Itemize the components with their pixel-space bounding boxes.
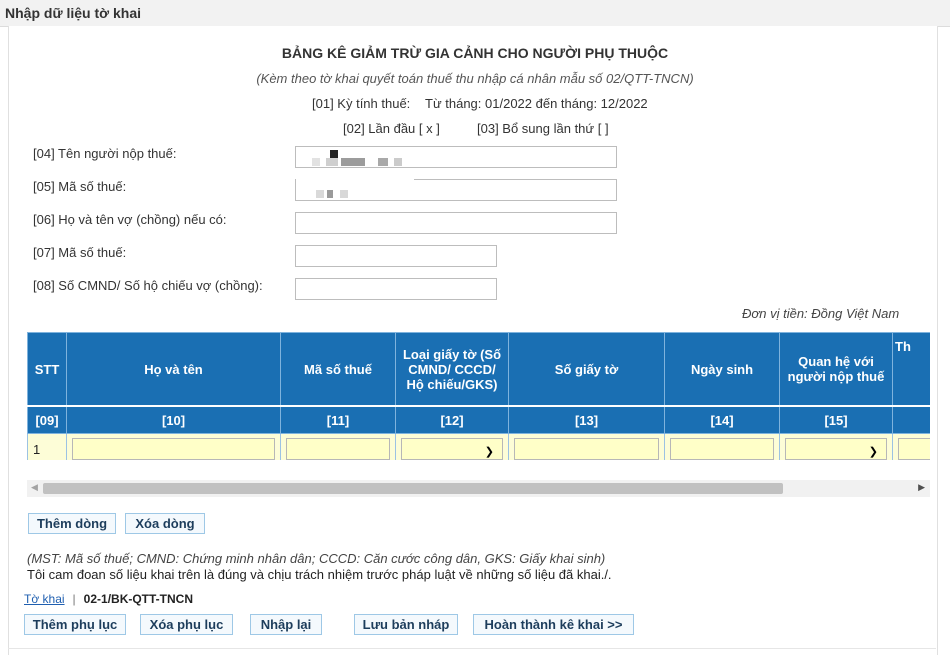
spouse-name-input[interactable] <box>295 212 617 234</box>
form-subtitle: (Kèm theo tờ khai quyết toán thuế thu nh… <box>256 71 694 86</box>
commitment-statement: Tôi cam đoan số liệu khai trên là đúng v… <box>27 567 612 582</box>
add-appendix-button[interactable]: Thêm phụ lục <box>24 614 126 635</box>
taxpayer-name-label: [04] Tên người nộp thuế: <box>33 146 177 161</box>
spouse-tax-code-label: [07] Mã số thuế: <box>33 245 127 260</box>
delete-row-button[interactable]: Xóa dòng <box>125 513 205 534</box>
spouse-name-label: [06] Họ và tên vợ (chồng) nếu có: <box>33 212 227 227</box>
scroll-left-arrow-icon[interactable]: ◀ <box>31 482 38 493</box>
period-value: Từ tháng: 01/2022 đến tháng: 12/2022 <box>425 96 648 111</box>
reenter-button[interactable]: Nhập lại <box>250 614 322 635</box>
col-code-11: [11] <box>280 405 396 434</box>
abbreviation-note: (MST: Mã số thuế; CMND: Chứng minh nhân … <box>27 551 606 566</box>
redacted-block <box>327 190 333 198</box>
first-time-flag: [02] Lần đầu [ x ] <box>343 121 440 136</box>
tab-declaration-link[interactable]: Tờ khai <box>24 592 65 606</box>
dependents-table: STT Họ và tên Mã số thuế Loại giấy tờ (S… <box>27 332 930 460</box>
save-draft-button[interactable]: Lưu bản nháp <box>354 614 458 635</box>
tax-code-label: [05] Mã số thuế: <box>33 179 127 194</box>
bottom-divider <box>8 648 936 649</box>
scroll-right-arrow-icon[interactable]: ▶ <box>918 482 925 493</box>
horizontal-scrollbar[interactable]: ◀ ▶ <box>27 480 930 497</box>
col-header-relation: Quan hệ với người nộp thuế <box>779 332 893 407</box>
redaction-mask <box>296 173 414 185</box>
dob-input[interactable] <box>670 438 774 460</box>
col-header-stt: STT <box>27 332 67 407</box>
delete-appendix-button[interactable]: Xóa phụ lục <box>140 614 233 635</box>
redacted-block <box>340 190 348 198</box>
dependents-grid: STT Họ và tên Mã số thuế Loại giấy tờ (S… <box>27 332 930 460</box>
dependent-name-input[interactable] <box>72 438 275 460</box>
add-row-button[interactable]: Thêm dòng <box>28 513 116 534</box>
chevron-down-icon: ❯ <box>868 446 878 458</box>
row-stt: 1 <box>27 433 67 460</box>
window-title: Nhập dữ liệu tờ khai <box>5 5 141 21</box>
table-header-row: STT Họ và tên Mã số thuế Loại giấy tờ (S… <box>27 332 930 407</box>
col-code-13: [13] <box>508 405 665 434</box>
supplement-flag: [03] Bổ sung lần thứ [ ] <box>477 121 609 136</box>
table-code-row: [09] [10] [11] [12] [13] [14] [15] <box>27 405 930 434</box>
currency-unit: Đơn vị tiền: Đồng Việt Nam <box>742 306 900 321</box>
col-code-truncated <box>892 405 930 434</box>
col-header-doc-number: Số giấy tờ <box>508 332 665 407</box>
redacted-block <box>316 190 324 198</box>
finish-declaration-button[interactable]: Hoàn thành kê khai >> <box>473 614 634 635</box>
col-header-doc-type: Loại giấy tờ (Số CMND/ CCCD/ Hộ chiếu/GK… <box>395 332 509 407</box>
period-label: [01] Kỳ tính thuế: <box>312 96 411 111</box>
truncated-column-input[interactable] <box>898 438 930 460</box>
col-header-tax-code: Mã số thuế <box>280 332 396 407</box>
spouse-id-label: [08] Số CMND/ Số hộ chiếu vợ (chồng): <box>33 278 263 293</box>
doc-number-input[interactable] <box>514 438 659 460</box>
redacted-block <box>312 158 320 166</box>
window-titlebar: Nhập dữ liệu tờ khai <box>0 0 950 27</box>
spouse-id-input[interactable] <box>295 278 497 300</box>
redacted-block <box>394 158 402 166</box>
col-header-dob: Ngày sinh <box>664 332 780 407</box>
col-code-12: [12] <box>395 405 509 434</box>
col-code-14: [14] <box>664 405 780 434</box>
tab-current-form[interactable]: 02-1/BK-QTT-TNCN <box>84 592 193 606</box>
col-code-15: [15] <box>779 405 893 434</box>
form-title: BẢNG KÊ GIẢM TRỪ GIA CẢNH CHO NGƯỜI PHỤ … <box>281 45 669 61</box>
redacted-block <box>378 158 388 166</box>
col-header-truncated: Th <box>892 332 930 407</box>
relation-select[interactable]: ❯ <box>785 438 887 460</box>
doc-type-select[interactable]: ❯ <box>401 438 503 460</box>
scrollbar-thumb[interactable] <box>43 483 783 494</box>
dependent-tax-code-input[interactable] <box>286 438 390 460</box>
tab-separator: | <box>72 592 76 606</box>
spouse-tax-code-input[interactable] <box>295 245 497 267</box>
redacted-block <box>330 150 338 158</box>
redacted-block <box>326 158 338 166</box>
redacted-block <box>341 158 365 166</box>
col-header-name: Họ và tên <box>66 332 281 407</box>
col-code-10: [10] <box>66 405 281 434</box>
chevron-down-icon: ❯ <box>484 446 494 458</box>
col-code-09: [09] <box>27 405 67 434</box>
table-row: 1 ❯ ❯ <box>27 433 930 460</box>
form-tabs: Tờ khai | 02-1/BK-QTT-TNCN <box>24 592 193 606</box>
